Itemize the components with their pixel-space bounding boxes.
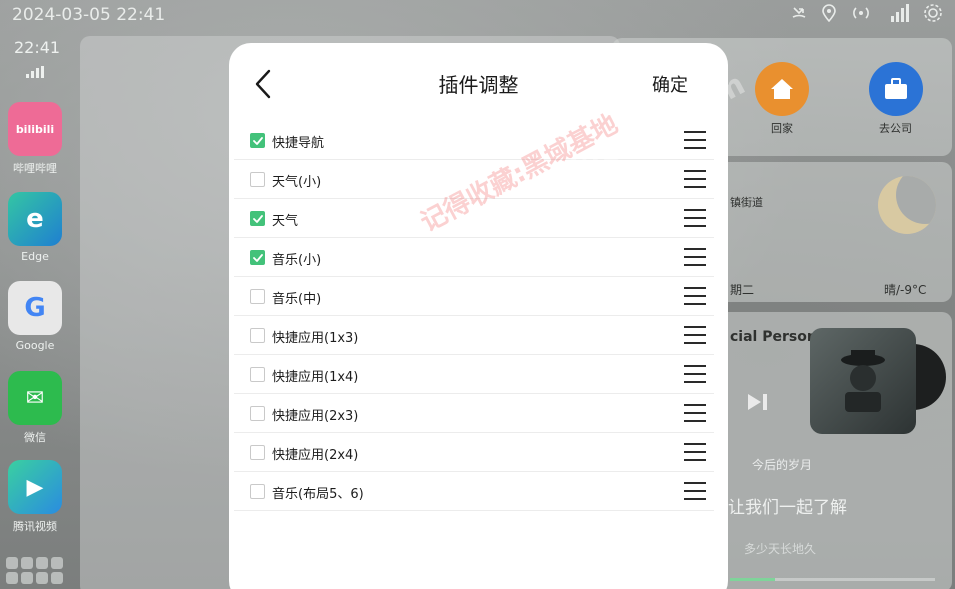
drag-handle-icon[interactable] bbox=[684, 326, 706, 344]
app-google[interactable]: G Google bbox=[8, 281, 62, 352]
plugin-label: 快捷应用(1x4) bbox=[272, 370, 359, 385]
plugin-checkbox[interactable] bbox=[250, 445, 265, 460]
album-cover bbox=[810, 328, 916, 434]
weather-location: 镇街道 bbox=[730, 196, 763, 209]
next-track-button[interactable] bbox=[746, 393, 770, 415]
app-drawer-icon[interactable] bbox=[6, 557, 66, 584]
app-label-google: Google bbox=[15, 339, 55, 352]
plugin-label: 快捷应用(1x3) bbox=[272, 331, 359, 346]
drag-handle-icon[interactable] bbox=[684, 365, 706, 383]
app-wechat[interactable]: ✉ 微信 bbox=[8, 371, 62, 445]
hotspot-icon bbox=[851, 5, 871, 25]
plugin-row[interactable]: 快捷应用(1x4) bbox=[234, 355, 714, 394]
home-button[interactable] bbox=[755, 62, 809, 116]
home-icon bbox=[771, 79, 793, 99]
app-label-tencent-video: 腾讯视频 bbox=[13, 520, 57, 533]
app-bilibili[interactable]: bilibili 哔哩哔哩 bbox=[8, 102, 62, 176]
drag-handle-icon[interactable] bbox=[684, 287, 706, 305]
plugin-label: 快捷导航 bbox=[272, 136, 325, 151]
plugin-row[interactable]: 音乐(布局5、6) bbox=[234, 472, 714, 511]
dock-time: 22:41 bbox=[14, 38, 61, 57]
plugin-label: 音乐(小) bbox=[272, 253, 322, 268]
app-label-bilibili: 哔哩哔哩 bbox=[13, 162, 57, 175]
bilibili-icon[interactable]: bilibili bbox=[8, 102, 62, 156]
skip-next-icon bbox=[748, 394, 767, 410]
plugin-checkbox[interactable] bbox=[250, 250, 265, 265]
moon-icon bbox=[878, 176, 936, 234]
app-label-wechat: 微信 bbox=[24, 431, 46, 444]
plugin-row[interactable]: 音乐(中) bbox=[234, 277, 714, 316]
plugin-label: 天气 bbox=[272, 214, 299, 229]
briefcase-icon bbox=[885, 78, 907, 99]
google-icon[interactable]: G bbox=[8, 281, 62, 335]
signal-4g-icon bbox=[885, 4, 909, 26]
app-edge[interactable]: e Edge bbox=[8, 192, 62, 263]
weather-condition: 晴/-9°C bbox=[884, 283, 927, 297]
plugin-label: 天气(小) bbox=[272, 175, 322, 190]
office-button[interactable] bbox=[869, 62, 923, 116]
plugin-label: 音乐(布局5、6) bbox=[272, 487, 364, 502]
plugin-label: 快捷应用(2x3) bbox=[272, 409, 359, 424]
music-progress-fill bbox=[730, 578, 776, 581]
wechat-icon[interactable]: ✉ bbox=[8, 371, 62, 425]
check-icon bbox=[253, 137, 263, 145]
status-bar: 2024-03-05 22:41 bbox=[0, 0, 955, 30]
app-tencent-video[interactable]: ▶ 腾讯视频 bbox=[8, 460, 62, 534]
office-label: 去公司 bbox=[879, 122, 912, 135]
signal-bars-icon bbox=[26, 66, 44, 81]
app-dock: 22:41 bilibili 哔哩哔哩 e Edge G Google ✉ 微信… bbox=[0, 30, 72, 589]
weather-day: 期二 bbox=[730, 283, 755, 297]
plugin-checkbox[interactable] bbox=[250, 289, 265, 304]
music-subtitle: 今后的岁月 bbox=[752, 458, 813, 472]
edge-icon[interactable]: e bbox=[8, 192, 62, 246]
check-icon bbox=[253, 215, 263, 223]
plugin-checkbox[interactable] bbox=[250, 172, 265, 187]
status-datetime: 2024-03-05 22:41 bbox=[12, 5, 166, 25]
drag-handle-icon[interactable] bbox=[684, 443, 706, 461]
plugin-checkbox[interactable] bbox=[250, 484, 265, 499]
home-label: 回家 bbox=[771, 122, 793, 135]
drag-handle-icon[interactable] bbox=[684, 404, 706, 422]
plugin-row[interactable]: 快捷应用(2x4) bbox=[234, 433, 714, 472]
plugin-checkbox[interactable] bbox=[250, 211, 265, 226]
plugin-row[interactable]: 音乐(小) bbox=[234, 238, 714, 277]
plugin-row[interactable]: 快捷应用(1x3) bbox=[234, 316, 714, 355]
location-icon bbox=[821, 4, 837, 26]
drag-handle-icon[interactable] bbox=[684, 131, 706, 149]
check-icon bbox=[253, 254, 263, 262]
plugin-checkbox[interactable] bbox=[250, 328, 265, 343]
drag-handle-icon[interactable] bbox=[684, 209, 706, 227]
status-icons bbox=[791, 3, 943, 27]
drag-handle-icon[interactable] bbox=[684, 248, 706, 266]
call-missed-icon bbox=[791, 5, 807, 25]
drag-handle-icon[interactable] bbox=[684, 170, 706, 188]
plugin-row[interactable]: 快捷应用(2x3) bbox=[234, 394, 714, 433]
plugin-checkbox[interactable] bbox=[250, 133, 265, 148]
settings-icon[interactable] bbox=[923, 3, 943, 27]
album-art-icon bbox=[841, 350, 885, 412]
plugin-label: 快捷应用(2x4) bbox=[272, 448, 359, 463]
app-label-edge: Edge bbox=[21, 250, 49, 263]
music-lyric-next: 多少天长地久 bbox=[744, 542, 817, 556]
drag-handle-icon[interactable] bbox=[684, 482, 706, 500]
plugin-adjust-dialog: 插件调整 确定 快捷导航 天气(小) 天气 音乐(小) 音乐(中) 快捷应用(1x3) 快捷… bbox=[229, 43, 751, 589]
plugin-checkbox[interactable] bbox=[250, 367, 265, 382]
tencent-video-icon[interactable]: ▶ bbox=[8, 460, 62, 514]
plugin-label: 音乐(中) bbox=[272, 292, 322, 307]
music-progress-bar[interactable] bbox=[730, 578, 935, 581]
plugin-checkbox[interactable] bbox=[250, 406, 265, 421]
music-lyric: 让我们一起了解 bbox=[728, 498, 847, 518]
